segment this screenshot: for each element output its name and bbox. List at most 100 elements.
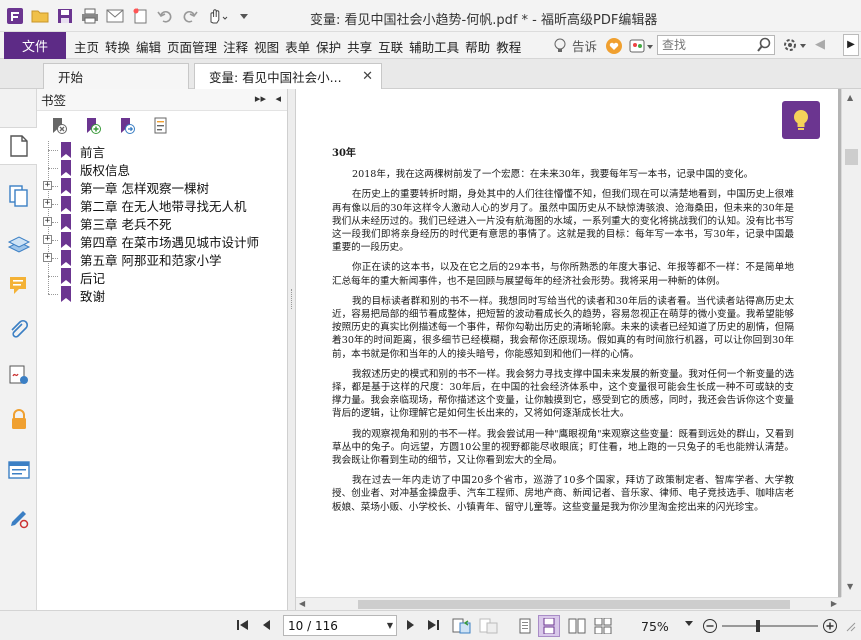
panel-splitter[interactable] [288,89,296,610]
search-input[interactable] [658,36,754,54]
thumbnails-panel-button[interactable] [0,177,37,215]
tab-convert[interactable]: 转换 [105,37,130,56]
tab-help[interactable]: 帮助 [465,37,490,56]
page-number-box[interactable]: ▼ [283,615,397,636]
save-icon[interactable] [56,7,74,25]
settings-gear-icon[interactable] [782,37,808,53]
tab-view[interactable]: 视图 [254,37,279,56]
zoom-slider-handle[interactable] [756,620,760,632]
tab-home[interactable]: 主页 [74,37,99,56]
security-panel-button[interactable] [0,401,37,439]
bookmark-item[interactable]: 版权信息 [37,159,277,178]
goto-bookmark-icon[interactable] [117,116,137,136]
bookmark-item[interactable]: + 第一章 怎样观察一棵树 [37,177,277,196]
zoom-in-icon[interactable] [822,618,838,634]
print-icon[interactable] [81,7,99,25]
bookmark-item[interactable]: + 第三章 老兵不死 [37,213,277,232]
destination-pen-icon [10,511,28,529]
tab-start[interactable]: 开始 [43,63,189,89]
skin-palette-icon[interactable] [629,37,655,55]
open-folder-icon[interactable] [31,7,49,25]
bookmark-item[interactable]: 前言 [37,141,277,160]
scroll-left-icon[interactable]: ◀ [299,599,305,608]
add-bookmark-icon[interactable] [83,116,103,136]
vertical-scrollbar[interactable]: ▲ ▼ [841,89,861,597]
bookmark-item[interactable]: + 第二章 在无人地带寻找无人机 [37,195,277,214]
search-icon[interactable] [756,37,772,53]
page-dropdown-icon[interactable]: ▼ [387,621,393,630]
bookmark-item[interactable]: + 第五章 阿那亚和范家小学 [37,249,277,268]
scroll-up-icon[interactable]: ▲ [847,93,853,102]
layers-panel-button[interactable] [0,224,37,262]
paragraph: 你正在读的这本书，以及在它之后的29本书，与你所熟悉的年度大事记、年报等都不一样… [332,262,794,287]
search-box[interactable] [657,35,775,55]
destinations-panel-button[interactable] [0,499,37,537]
document-view[interactable]: 30年 2018年，我在这两棵树前发了一个宏愿：在未来30年，我要每年写一本书，… [296,89,841,597]
new-document-icon[interactable] [131,7,149,25]
content-panel-button[interactable] [0,451,37,489]
attachments-panel-button[interactable] [0,311,37,349]
zoom-level[interactable]: 75% [641,619,669,634]
expand-toggle[interactable]: + [43,235,52,244]
hand-tool-icon[interactable] [206,7,228,25]
expand-toggle[interactable]: + [43,199,52,208]
comments-panel-button[interactable] [0,267,37,305]
vertical-scroll-thumb[interactable] [845,149,858,165]
ribbon-scroll-right-icon[interactable]: ▶ [843,34,859,56]
previous-view-icon[interactable] [452,618,472,634]
tab-accessibility[interactable]: 辅助工具 [409,37,459,56]
expand-toggle[interactable]: + [43,253,52,262]
single-page-view-icon[interactable] [518,618,532,634]
horizontal-scrollbar[interactable]: ◀ ▶ [296,597,841,610]
expand-toggle[interactable]: + [43,217,52,226]
redo-icon[interactable] [181,7,199,25]
first-page-icon[interactable] [236,618,250,632]
heart-feedback-icon[interactable] [605,37,625,55]
previous-page-icon[interactable] [262,618,272,632]
signatures-panel-button[interactable] [0,356,37,394]
continuous-view-icon[interactable] [538,615,560,637]
delete-bookmark-icon[interactable] [49,116,69,136]
smart-tip-button[interactable] [782,101,820,139]
file-menu-button[interactable]: 文件 [4,32,66,59]
undo-icon[interactable] [156,7,174,25]
tab-page-management[interactable]: 页面管理 [167,37,217,56]
tab-form[interactable]: 表单 [285,37,310,56]
expand-toggle[interactable]: + [43,181,52,190]
zoom-slider[interactable] [722,620,818,632]
ribbon-scroll-left-icon[interactable]: ◀ [815,37,825,52]
next-page-icon[interactable] [405,618,415,632]
zoom-dropdown-icon[interactable] [684,618,694,628]
page-number-input[interactable] [284,616,376,635]
bookmark-flag-icon [61,268,71,284]
bookmarks-header: 书签 ▸▸ ◂ [37,89,287,111]
tab-protect[interactable]: 保护 [316,37,341,56]
pages-panel-button[interactable] [0,127,37,165]
tab-connect[interactable]: 互联 [378,37,403,56]
bookmark-options-icon[interactable] [151,116,171,136]
next-view-icon[interactable] [479,618,499,634]
collapse-panel-icon[interactable]: ◂ [275,92,281,105]
tell-me[interactable]: 告诉 [552,36,655,55]
tab-tutorial[interactable]: 教程 [496,37,521,56]
tab-share[interactable]: 共享 [347,37,372,56]
last-page-icon[interactable] [426,618,440,632]
resize-grip-icon[interactable] [846,622,856,632]
scroll-right-icon[interactable]: ▶ [831,599,837,608]
bookmark-item[interactable]: 后记 [37,267,277,286]
horizontal-scroll-thumb[interactable] [358,600,790,609]
bookmark-item[interactable]: 致谢 [37,285,277,304]
facing-view-icon[interactable] [568,618,586,634]
customize-toolbar-icon[interactable] [235,7,253,25]
scroll-down-icon[interactable]: ▼ [847,582,853,591]
bookmark-item[interactable]: + 第四章 在菜市场遇见城市设计师 [37,231,277,250]
expand-panel-icon[interactable]: ▸▸ [255,92,266,105]
app-logo-icon[interactable] [6,7,24,25]
zoom-out-icon[interactable] [702,618,718,634]
email-icon[interactable] [106,7,124,25]
tab-edit[interactable]: 编辑 [136,37,161,56]
tab-comment[interactable]: 注释 [223,37,248,56]
continuous-facing-view-icon[interactable] [594,618,612,634]
close-tab-icon[interactable]: ✕ [362,69,373,84]
tab-document[interactable]: 变量: 看见中国社会小... ✕ [194,63,382,89]
